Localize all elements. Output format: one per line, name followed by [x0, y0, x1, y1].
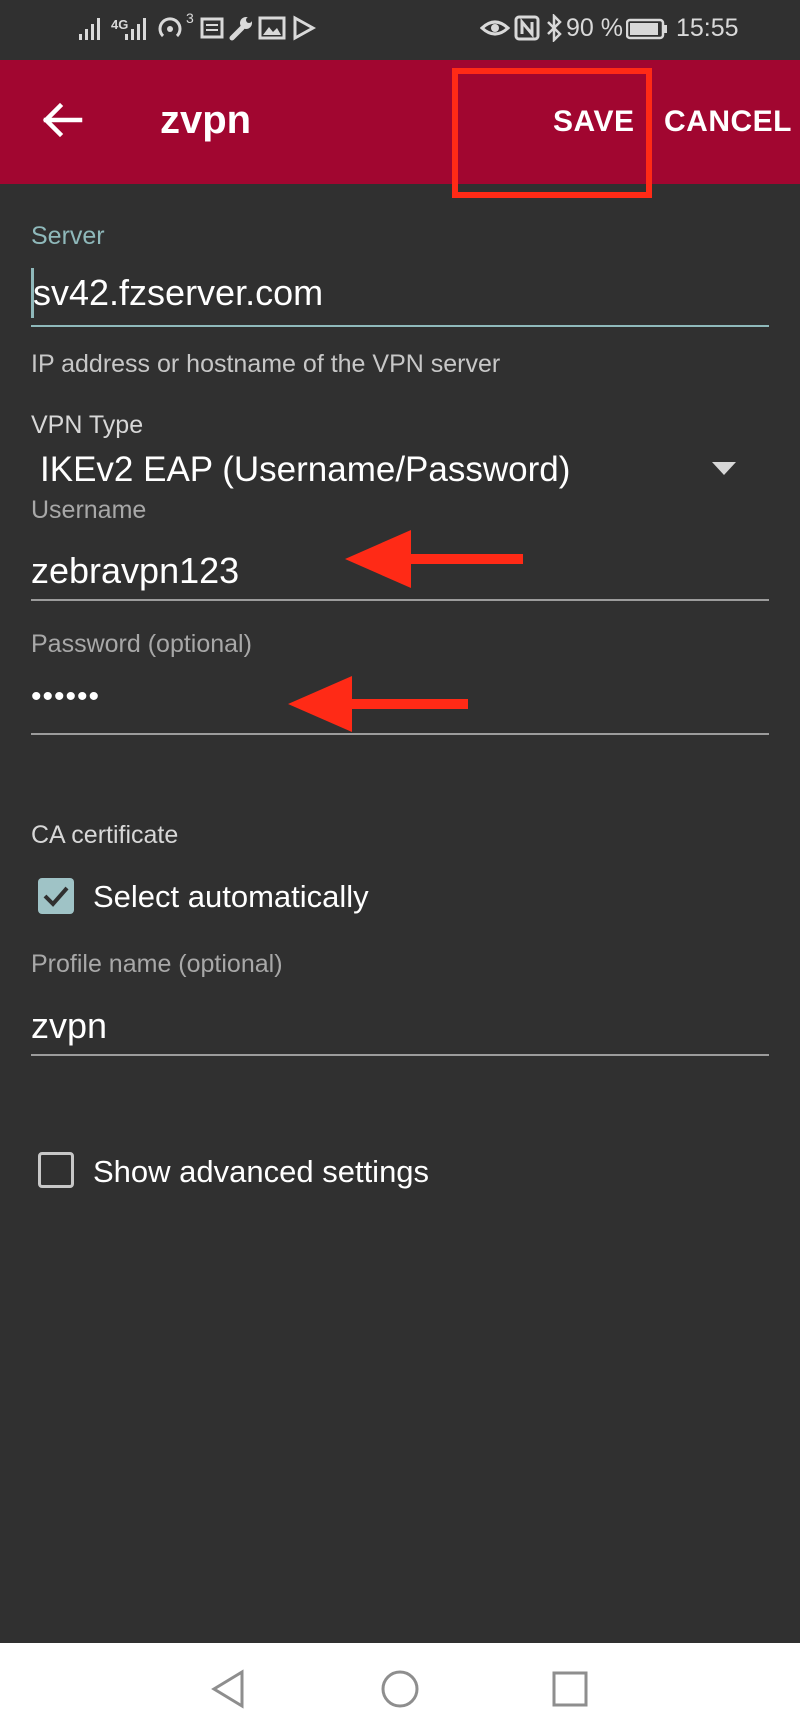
show-advanced-label[interactable]: Show advanced settings [93, 1154, 429, 1190]
password-label: Password (optional) [31, 630, 252, 658]
battery-percent: 90 % [566, 14, 623, 42]
server-hint: IP address or hostname of the VPN server [31, 350, 501, 378]
vpn-type-label: VPN Type [31, 411, 144, 439]
checkmark-icon [43, 886, 69, 907]
save-highlight-box [452, 68, 652, 198]
username-label: Username [31, 496, 147, 524]
profile-name-label: Profile name (optional) [31, 950, 283, 978]
password-underline [31, 733, 769, 735]
battery-icon [626, 18, 667, 40]
hotspot-count: 3 [186, 10, 194, 26]
signal-2-icon [125, 18, 146, 40]
hotspot-icon [158, 17, 182, 38]
back-nav-icon[interactable] [210, 1669, 246, 1709]
back-arrow-icon[interactable] [40, 98, 84, 142]
bluetooth-icon [547, 14, 562, 42]
select-automatically-label[interactable]: Select automatically [93, 879, 369, 915]
home-nav-icon[interactable] [380, 1669, 420, 1709]
app-toolbar: zvpn SAVE CANCEL [0, 60, 800, 184]
server-input[interactable]: sv42.fzserver.com [33, 272, 323, 314]
username-input[interactable]: zebravpn123 [31, 550, 239, 592]
show-advanced-checkbox[interactable] [38, 1152, 74, 1188]
cancel-button[interactable]: CANCEL [664, 105, 792, 139]
signal-icon [79, 18, 100, 40]
status-bar: 4G 3 90 % 15:55 [0, 0, 800, 60]
recents-nav-icon[interactable] [552, 1671, 588, 1707]
server-underline [31, 325, 769, 327]
password-input[interactable]: •••••• [31, 680, 100, 714]
password-arrow-annotation [288, 676, 468, 732]
gallery-icon [258, 16, 286, 40]
wrench-icon [229, 17, 252, 41]
username-underline [31, 599, 769, 601]
vpn-type-select[interactable]: IKEv2 EAP (Username/Password) [40, 450, 570, 490]
ca-certificate-label: CA certificate [31, 821, 179, 849]
server-label: Server [31, 222, 105, 250]
navigation-bar [0, 1643, 800, 1733]
play-store-icon [293, 15, 316, 41]
notification-icon [200, 17, 224, 39]
eye-comfort-icon [480, 20, 510, 36]
toolbar-title: zvpn [160, 98, 252, 142]
profile-name-underline [31, 1054, 769, 1056]
clock: 15:55 [676, 14, 739, 42]
profile-name-input[interactable]: zvpn [31, 1005, 107, 1047]
username-arrow-annotation [345, 530, 523, 588]
nfc-icon [514, 15, 540, 41]
select-automatically-checkbox[interactable] [38, 878, 74, 914]
dropdown-arrow-icon[interactable] [712, 462, 736, 476]
